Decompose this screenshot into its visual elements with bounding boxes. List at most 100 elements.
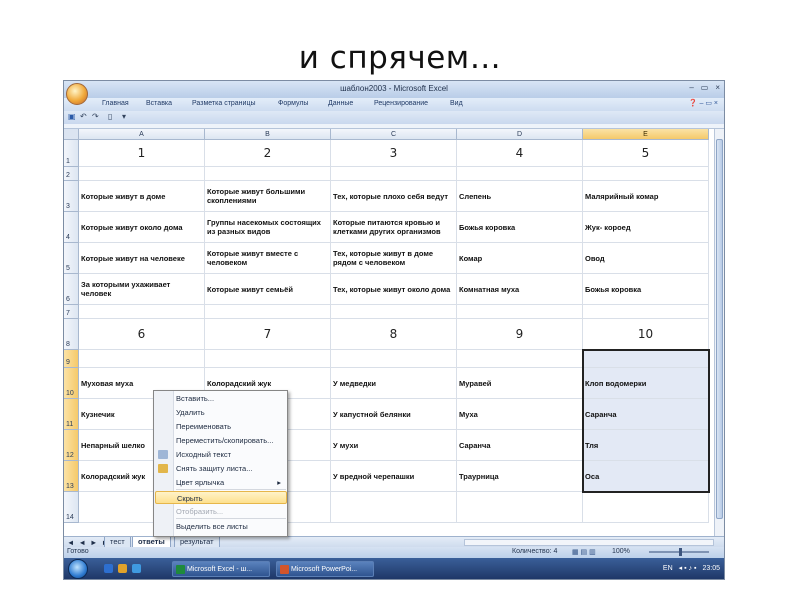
- menu-item[interactable]: Переименовать: [155, 420, 287, 433]
- tab-insert[interactable]: Вставка: [146, 100, 172, 107]
- column-header-d[interactable]: D: [457, 129, 583, 140]
- close-button[interactable]: ×: [715, 83, 720, 92]
- clock[interactable]: 23:05: [702, 565, 720, 572]
- save-icon[interactable]: ▣: [68, 112, 76, 121]
- redo-icon[interactable]: ↷: [92, 112, 99, 121]
- zoom-level[interactable]: 100%: [612, 548, 630, 555]
- maximize-button[interactable]: ▭: [701, 83, 709, 92]
- cell[interactable]: Саранча: [457, 430, 583, 461]
- cell[interactable]: Оса: [583, 461, 709, 492]
- language-indicator[interactable]: EN: [663, 565, 673, 572]
- tab-view[interactable]: Вид: [450, 100, 463, 107]
- cell[interactable]: Тех, которые плохо себя ведут: [331, 181, 457, 212]
- cell[interactable]: [205, 350, 331, 368]
- cell[interactable]: У капустной белянки: [331, 399, 457, 430]
- minimize-button[interactable]: –: [689, 83, 693, 92]
- row-header[interactable]: 10: [64, 368, 79, 399]
- cell[interactable]: У мухи: [331, 430, 457, 461]
- row-header[interactable]: 14: [64, 492, 79, 523]
- cell[interactable]: [331, 305, 457, 319]
- tab-page-layout[interactable]: Разметка страницы: [192, 100, 256, 107]
- row-header[interactable]: 4: [64, 212, 79, 243]
- taskbar-excel-button[interactable]: Microsoft Excel - ш...: [172, 561, 270, 577]
- cell[interactable]: 10: [583, 319, 709, 350]
- cell[interactable]: 9: [457, 319, 583, 350]
- cell[interactable]: 7: [205, 319, 331, 350]
- taskbar-powerpoint-button[interactable]: Microsoft PowerPoi...: [276, 561, 374, 577]
- row-header[interactable]: 3: [64, 181, 79, 212]
- menu-item[interactable]: Выделить все листы: [155, 520, 287, 533]
- row-header[interactable]: 2: [64, 167, 79, 181]
- cell[interactable]: [457, 305, 583, 319]
- cell[interactable]: 8: [331, 319, 457, 350]
- office-button[interactable]: [66, 83, 88, 105]
- row-header[interactable]: 11: [64, 399, 79, 430]
- cell[interactable]: 1: [79, 140, 205, 167]
- cell[interactable]: Жук- короед: [583, 212, 709, 243]
- cell[interactable]: Малярийный комар: [583, 181, 709, 212]
- cell[interactable]: 2: [205, 140, 331, 167]
- cell[interactable]: Которые живут на человеке: [79, 243, 205, 274]
- cell[interactable]: Тля: [583, 430, 709, 461]
- cell[interactable]: Которые питаются кровью и клетками други…: [331, 212, 457, 243]
- cell[interactable]: Которые живут в доме: [79, 181, 205, 212]
- internet-explorer-icon[interactable]: [132, 564, 141, 573]
- cell[interactable]: Саранча: [583, 399, 709, 430]
- cell[interactable]: [205, 167, 331, 181]
- row-header[interactable]: 6: [64, 274, 79, 305]
- cell[interactable]: Овод: [583, 243, 709, 274]
- menu-item[interactable]: Вставить...: [155, 392, 287, 405]
- cell[interactable]: [331, 350, 457, 368]
- menu-item[interactable]: Переместить/скопировать...: [155, 434, 287, 447]
- row-header[interactable]: 13: [64, 461, 79, 492]
- cell[interactable]: 6: [79, 319, 205, 350]
- customize-toolbar-icon[interactable]: ▾: [122, 112, 126, 121]
- row-header[interactable]: 8: [64, 319, 79, 350]
- cell[interactable]: 4: [457, 140, 583, 167]
- menu-item[interactable]: Исходный текст: [155, 448, 287, 461]
- column-header-e[interactable]: E: [583, 129, 709, 140]
- cell[interactable]: Которые живут большими скоплениями: [205, 181, 331, 212]
- cell[interactable]: Комнатная муха: [457, 274, 583, 305]
- help-icon[interactable]: ❓ – ▭ ×: [689, 99, 718, 107]
- cell[interactable]: [331, 167, 457, 181]
- tray-icons[interactable]: ◂ ▪ ♪ ▪: [679, 564, 697, 572]
- cell[interactable]: 3: [331, 140, 457, 167]
- cell[interactable]: Которые живут семьёй: [205, 274, 331, 305]
- menu-item[interactable]: Скрыть: [155, 491, 287, 504]
- row-header[interactable]: 1: [64, 140, 79, 167]
- cell[interactable]: Которые живут около дома: [79, 212, 205, 243]
- column-header-b[interactable]: B: [205, 129, 331, 140]
- menu-item[interactable]: Удалить: [155, 406, 287, 419]
- new-document-icon[interactable]: ▯: [108, 112, 112, 121]
- row-header[interactable]: 5: [64, 243, 79, 274]
- tab-data[interactable]: Данные: [328, 100, 353, 107]
- cell[interactable]: Божья коровка: [583, 274, 709, 305]
- start-button[interactable]: [68, 559, 88, 579]
- column-header-a[interactable]: A: [79, 129, 205, 140]
- column-header-c[interactable]: C: [331, 129, 457, 140]
- row-header[interactable]: 9: [64, 350, 79, 368]
- cell[interactable]: Муха: [457, 399, 583, 430]
- scroll-thumb[interactable]: [716, 139, 723, 519]
- view-buttons-icon[interactable]: ▦ ▤ ▥: [572, 548, 596, 556]
- tab-home[interactable]: Главная: [102, 100, 129, 107]
- cell[interactable]: У медведки: [331, 368, 457, 399]
- cell[interactable]: [79, 167, 205, 181]
- cell[interactable]: [457, 350, 583, 368]
- cell[interactable]: Слепень: [457, 181, 583, 212]
- cell[interactable]: Тех, которые живут в доме рядом с челове…: [331, 243, 457, 274]
- vertical-scrollbar[interactable]: [714, 129, 724, 547]
- zoom-slider-thumb[interactable]: [679, 548, 682, 556]
- cell[interactable]: [331, 492, 457, 523]
- undo-icon[interactable]: ↶: [80, 112, 87, 121]
- cell[interactable]: [583, 305, 709, 319]
- cell[interactable]: Которые живут вместе с человеком: [205, 243, 331, 274]
- cell[interactable]: [457, 492, 583, 523]
- cell[interactable]: Траурница: [457, 461, 583, 492]
- cell[interactable]: Клоп водомерки: [583, 368, 709, 399]
- cell[interactable]: [457, 167, 583, 181]
- show-desktop-icon[interactable]: [104, 564, 113, 573]
- cell[interactable]: [583, 167, 709, 181]
- zoom-slider[interactable]: [649, 548, 709, 556]
